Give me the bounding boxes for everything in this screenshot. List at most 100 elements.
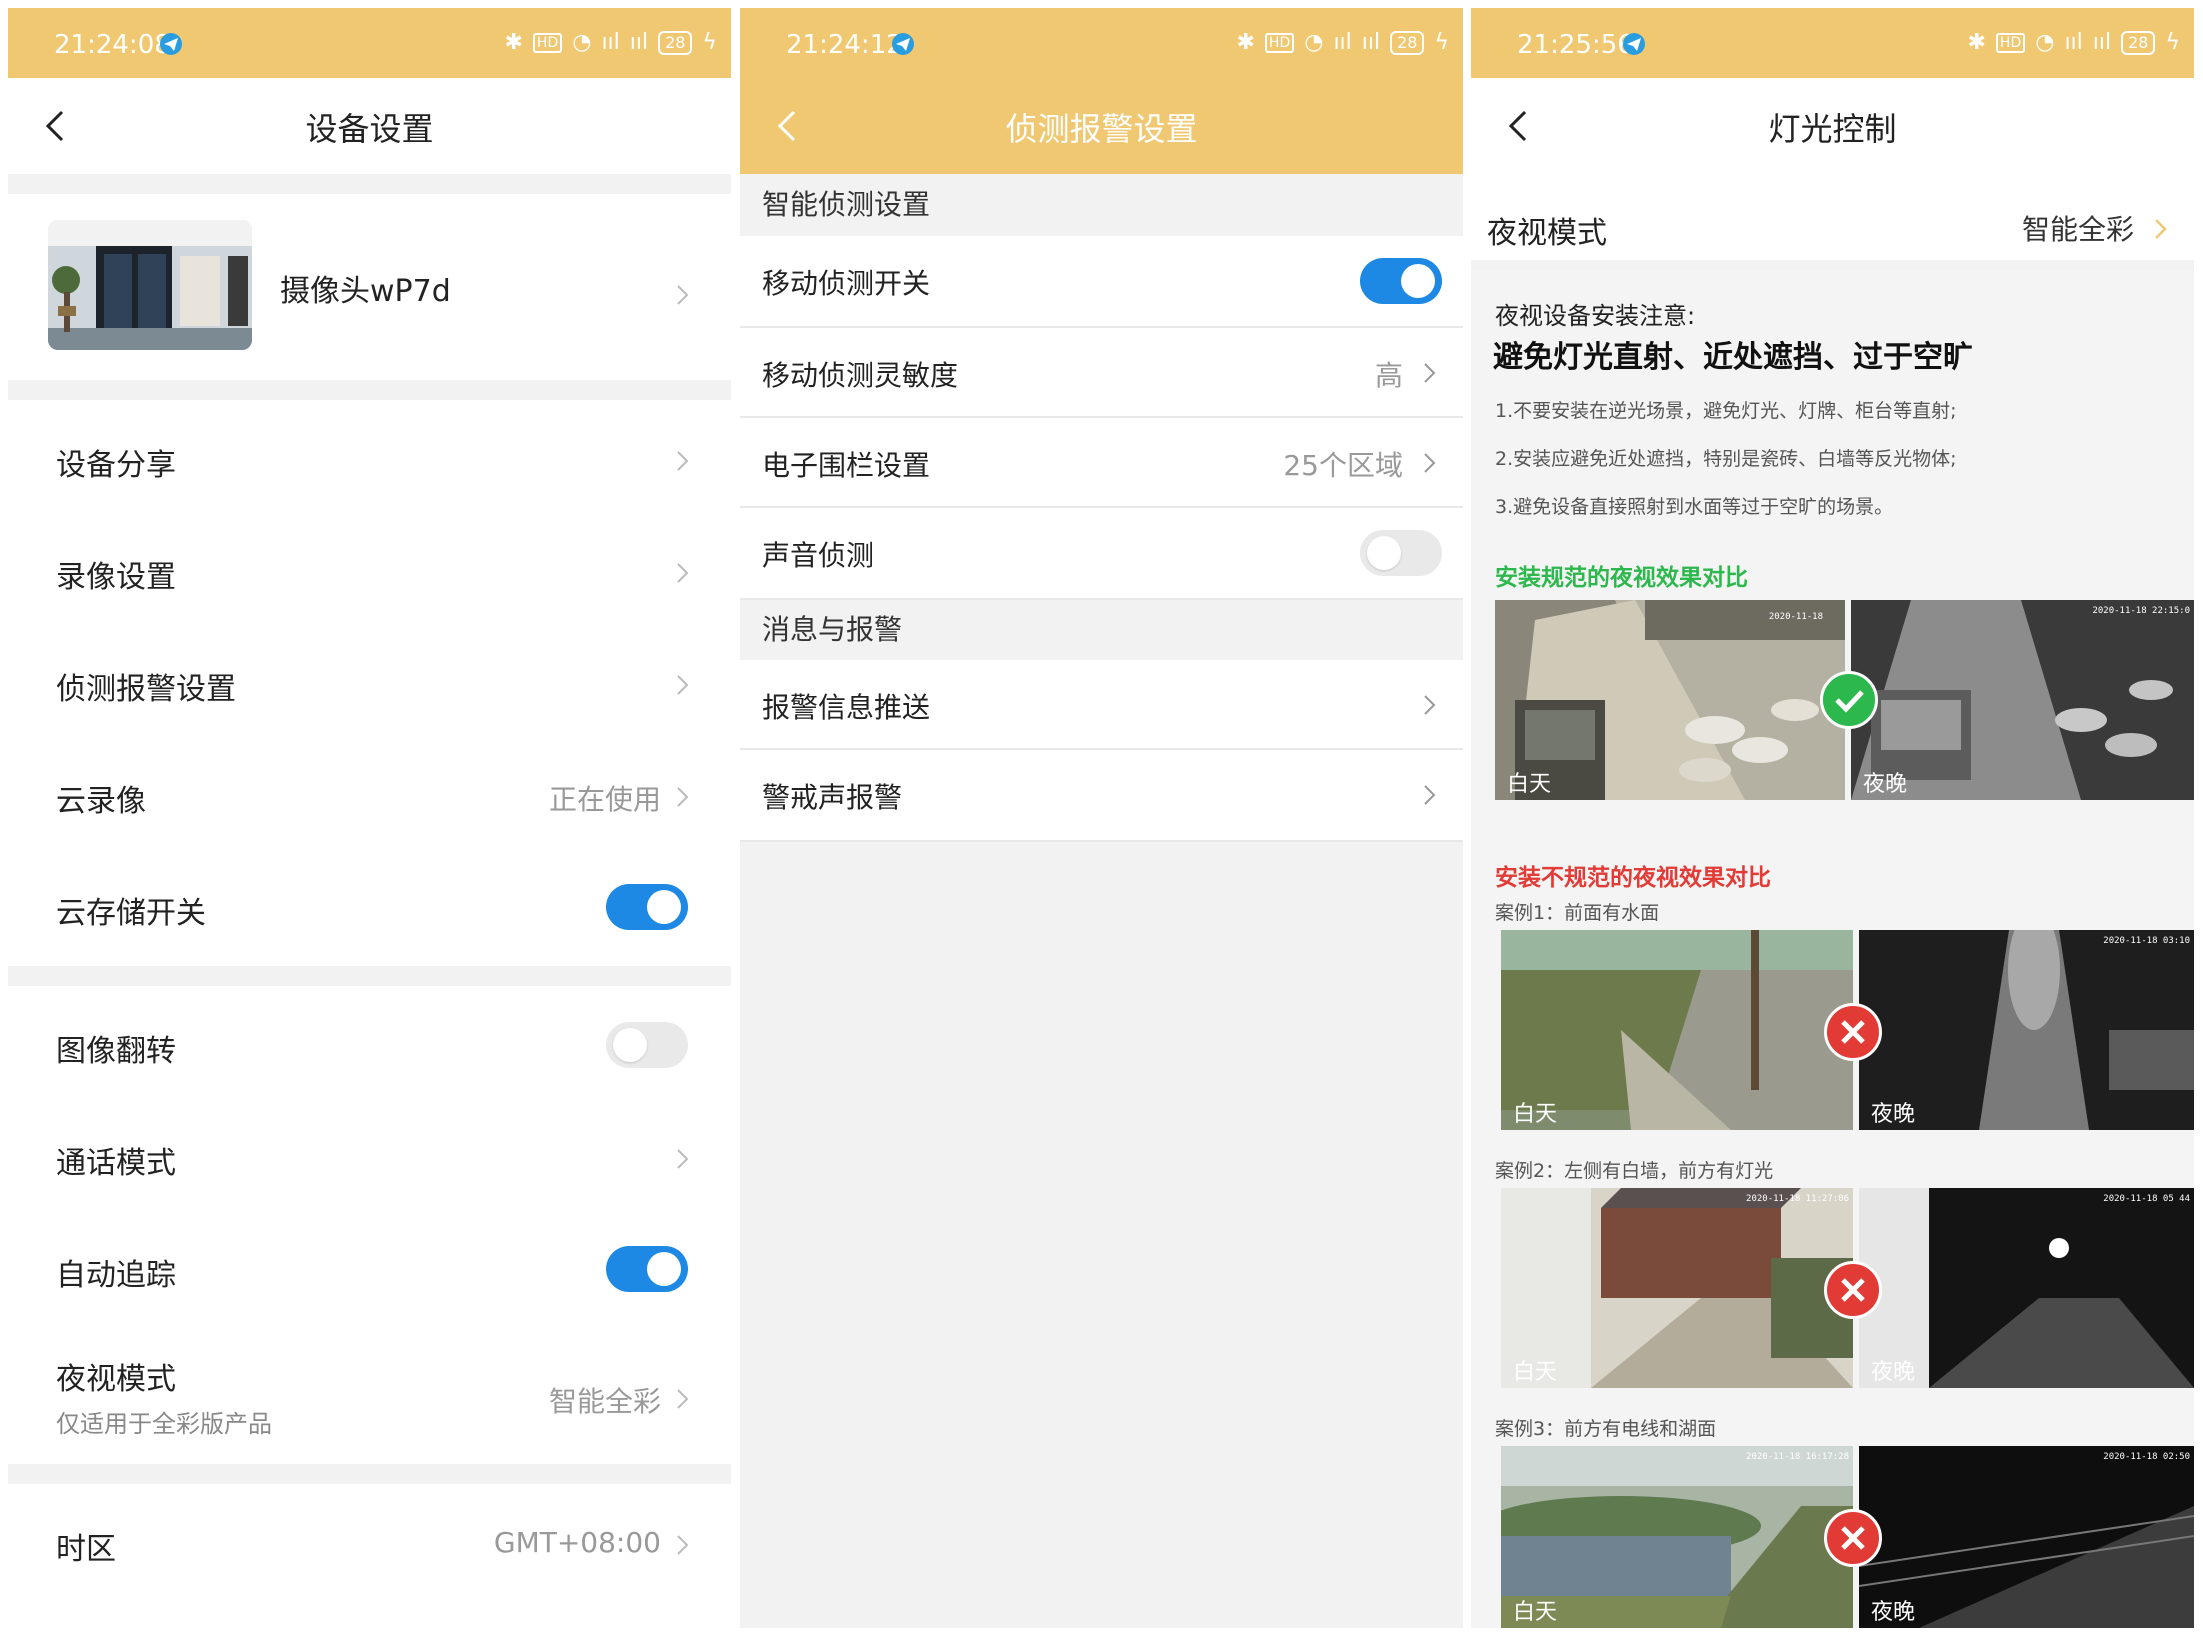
status-bar: 21:24:08 ✱ HD ◔ ııl ııl 28 ϟ: [8, 8, 731, 78]
detect-alarm-screen: 21:24:12 ✱ HD ◔ ııl ııl 28 ϟ 侦测报警设置 智能侦测…: [740, 8, 1463, 1628]
sensitivity-row[interactable]: 移动侦测灵敏度 高: [740, 328, 1463, 418]
fence-value: 25个区域: [1283, 449, 1403, 482]
night-mode-label: 夜视模式: [56, 1362, 176, 1397]
night-mode-value: 智能全彩: [548, 1385, 661, 1418]
alarm-push-row[interactable]: 报警信息推送: [740, 660, 1463, 750]
battery-icon: 28: [2121, 30, 2156, 55]
case-label: 案例3：前方有电线和湖面: [1495, 1418, 1717, 1440]
share-label: 设备分享: [56, 448, 176, 483]
signal-icon: ııl: [629, 30, 649, 55]
good-title: 安装规范的夜视效果对比: [1495, 565, 1748, 591]
day-tag: 白天: [1513, 1600, 1558, 1625]
fence-row[interactable]: 电子围栏设置 25个区域: [740, 418, 1463, 508]
cross-icon: [1824, 1509, 1882, 1567]
photo-timestamp: 2020-11-18 03:10: [2103, 936, 2190, 946]
sound-detect-toggle[interactable]: [1360, 530, 1442, 576]
signal-icon: ııl: [601, 30, 620, 55]
bluetooth-icon: ✱: [504, 30, 523, 55]
flip-row: 图像翻转: [8, 986, 731, 1098]
flip-toggle[interactable]: [606, 1022, 688, 1068]
case1-day-photo: 白天: [1501, 930, 1853, 1130]
fence-label: 电子围栏设置: [762, 449, 931, 482]
case2-day-photo: 2020-11-18 11:27:06 白天: [1501, 1188, 1853, 1388]
motion-detect-toggle[interactable]: [1360, 258, 1442, 304]
divider: [8, 1464, 731, 1484]
cross-icon: [1824, 1261, 1882, 1319]
night-mode-row[interactable]: 夜视模式 仅适用于全彩版产品 智能全彩: [8, 1322, 731, 1470]
camera-thumbnail: [48, 220, 252, 350]
chevron-right-icon: [677, 451, 689, 471]
notice-item: 3.避免设备直接照射到水面等过于空旷的场景。: [1495, 496, 1894, 518]
cloud-record-label: 云录像: [56, 784, 146, 819]
divider: [8, 966, 731, 986]
talk-mode-label: 通话模式: [56, 1146, 176, 1181]
chevron-right-icon: [677, 285, 689, 305]
camera-row[interactable]: 摄像头wP7d: [8, 194, 731, 394]
wifi-icon: ◔: [1304, 30, 1324, 55]
signal-icon: ııl: [2064, 30, 2083, 55]
motion-detect-label: 移动侦测开关: [762, 267, 931, 300]
case-label: 案例2：左侧有白墙，前方有灯光: [1495, 1160, 1774, 1182]
chevron-right-icon: [677, 1535, 689, 1555]
flip-label: 图像翻转: [56, 1034, 176, 1069]
status-bar: 21:24:12 ✱ HD ◔ ııl ııl 28 ϟ: [740, 8, 1463, 78]
toggle-knob: [1401, 264, 1435, 298]
share-row[interactable]: 设备分享: [8, 400, 731, 512]
page-title: 设备设置: [305, 110, 434, 148]
auto-track-label: 自动追踪: [56, 1258, 176, 1293]
night-mode-row[interactable]: 夜视模式 智能全彩: [1471, 174, 2194, 270]
case3-night-photo: 2020-11-18 02:50 夜晚: [1859, 1446, 2194, 1628]
case1-night-photo: 2020-11-18 03:10 夜晚: [1859, 930, 2194, 1130]
camera-name: 摄像头wP7d: [280, 274, 451, 309]
signal-icon: ııl: [1333, 30, 1352, 55]
wifi-icon: ◔: [572, 30, 592, 55]
record-row[interactable]: 录像设置: [8, 512, 731, 624]
timezone-row[interactable]: 时区 GMT+08:00: [8, 1484, 731, 1596]
battery-icon: 28: [1390, 30, 1425, 55]
charging-icon: ϟ: [702, 30, 717, 55]
chevron-right-icon: [677, 563, 689, 583]
siren-label: 警戒声报警: [762, 781, 903, 814]
timezone-value: GMT+08:00: [493, 1526, 661, 1559]
auto-track-toggle[interactable]: [606, 1246, 688, 1292]
toggle-knob: [1367, 536, 1401, 570]
night-mode-value: 智能全彩: [2021, 213, 2134, 246]
nav-bar: 侦测报警设置: [740, 78, 1463, 174]
case-label: 案例1：前面有水面: [1495, 902, 1660, 924]
wifi-icon: ◔: [2035, 30, 2055, 55]
photo-timestamp: 2020-11-18 05 44: [2103, 1194, 2190, 1204]
chevron-right-icon: [677, 1149, 689, 1169]
cloud-storage-label: 云存储开关: [56, 896, 206, 931]
cloud-storage-row: 云存储开关: [8, 848, 731, 960]
sensitivity-value: 高: [1374, 359, 1403, 392]
chevron-right-icon: [1424, 363, 1436, 383]
toggle-knob: [647, 1252, 681, 1286]
charging-icon: ϟ: [2165, 30, 2180, 55]
good-day-photo: 2020-11-18 白天: [1495, 600, 1845, 800]
photo-timestamp: 2020-11-18 02:50: [2103, 1452, 2190, 1462]
cloud-record-row[interactable]: 云录像 正在使用: [8, 736, 731, 848]
hd-icon: HD: [1264, 32, 1295, 53]
page-title: 灯光控制: [1768, 110, 1897, 148]
sound-detect-label: 声音侦测: [762, 539, 875, 572]
bad-title: 安装不规范的夜视效果对比: [1495, 865, 1771, 891]
night-tag: 夜晚: [1863, 772, 1908, 797]
toggle-knob: [613, 1028, 647, 1062]
talk-mode-row[interactable]: 通话模式: [8, 1098, 731, 1210]
status-time: 21:24:12: [786, 30, 903, 60]
night-tag: 夜晚: [1871, 1600, 1916, 1625]
telegram-icon: [160, 33, 182, 55]
cloud-storage-toggle[interactable]: [606, 884, 688, 930]
photo-timestamp: 2020-11-18 16:17:28: [1746, 1452, 1849, 1462]
notice-title: 夜视设备安装注意:: [1495, 302, 1696, 330]
detect-row[interactable]: 侦测报警设置: [8, 624, 731, 736]
timezone-label: 时区: [56, 1532, 116, 1567]
cross-icon: [1824, 1003, 1882, 1061]
sound-detect-row: 声音侦测: [740, 508, 1463, 600]
light-control-screen: 21:25:56 ✱ HD ◔ ııl ııl 28 ϟ 灯光控制 夜视模式 智…: [1471, 8, 2194, 1628]
section-header: 消息与报警: [740, 600, 1463, 660]
good-night-photo: 2020-11-18 22:15:0 夜晚: [1851, 600, 2194, 800]
charging-icon: ϟ: [1434, 30, 1449, 55]
siren-row[interactable]: 警戒声报警: [740, 750, 1463, 842]
nav-bar: 灯光控制: [1471, 78, 2194, 174]
